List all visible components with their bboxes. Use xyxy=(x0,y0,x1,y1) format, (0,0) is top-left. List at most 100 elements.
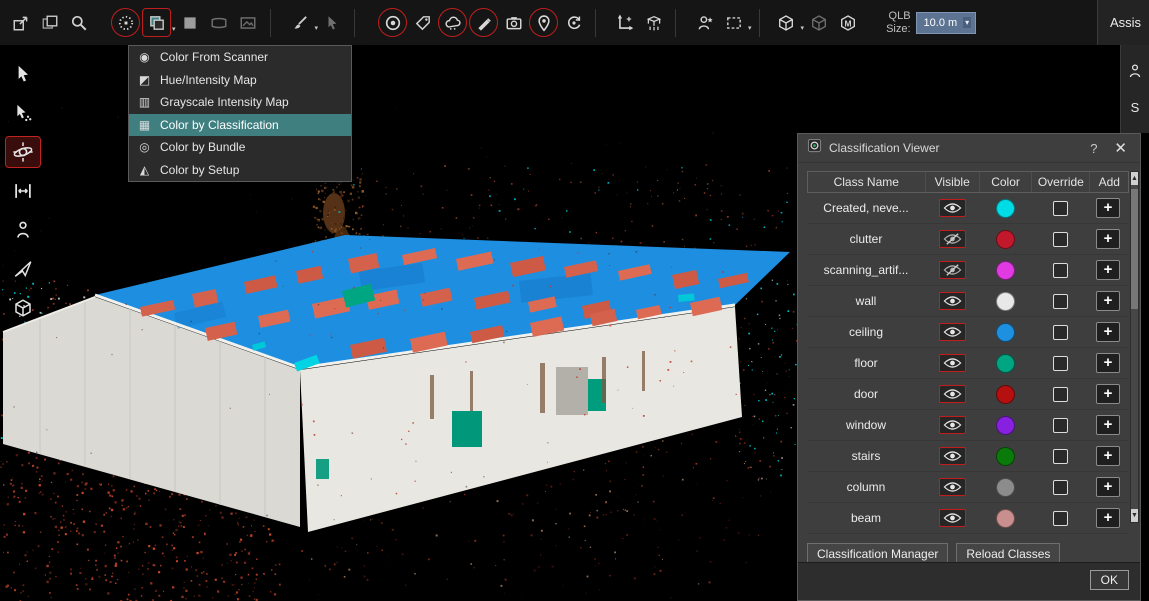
select-points-button[interactable] xyxy=(5,97,41,129)
pano-map-button[interactable] xyxy=(206,9,233,36)
location-pin-button[interactable] xyxy=(529,8,558,37)
close-icon[interactable]: ✕ xyxy=(1110,139,1131,157)
qlb-size-select[interactable]: 10.0 m▾ xyxy=(916,12,977,34)
user-annotation-button[interactable] xyxy=(691,9,718,36)
visible-eye-icon[interactable] xyxy=(939,292,966,310)
ok-button[interactable]: OK xyxy=(1090,570,1129,590)
class-color-swatch[interactable] xyxy=(996,478,1015,497)
add-to-class-button[interactable]: + xyxy=(1096,446,1120,466)
override-checkbox[interactable] xyxy=(1053,418,1068,433)
selection-box-button[interactable] xyxy=(720,9,747,36)
top-toolbar: ▾ ▾ xyxy=(0,0,1149,45)
visible-eye-icon[interactable] xyxy=(939,354,966,372)
wire-cube-button[interactable] xyxy=(805,9,832,36)
grayscale-intensity-button[interactable] xyxy=(177,9,204,36)
assistant-user-icon[interactable] xyxy=(1127,63,1143,84)
class-color-swatch[interactable] xyxy=(996,199,1015,218)
help-button[interactable]: ? xyxy=(1084,141,1103,156)
override-checkbox[interactable] xyxy=(1053,480,1068,495)
class-color-swatch[interactable] xyxy=(996,261,1015,280)
add-to-class-button[interactable]: + xyxy=(1096,384,1120,404)
duplicate-view-button[interactable] xyxy=(36,9,63,36)
axis-placement-button[interactable] xyxy=(611,9,638,36)
marker-pen-button[interactable] xyxy=(469,8,498,37)
menu-item-label: Grayscale Intensity Map xyxy=(160,95,289,109)
add-to-class-button[interactable]: + xyxy=(1096,353,1120,373)
class-color-swatch[interactable] xyxy=(996,230,1015,249)
orbit-view-button[interactable] xyxy=(5,136,41,168)
visible-eye-icon[interactable] xyxy=(939,478,966,496)
visible-eye-icon[interactable] xyxy=(939,199,966,217)
color-mode-dropdown-button[interactable] xyxy=(142,8,171,37)
override-checkbox[interactable] xyxy=(1053,294,1068,309)
visible-eye-icon[interactable] xyxy=(939,416,966,434)
class-color-swatch[interactable] xyxy=(996,447,1015,466)
class-color-swatch[interactable] xyxy=(996,385,1015,404)
menu-item-color-from-scanner[interactable]: ◉Color From Scanner xyxy=(129,46,351,69)
open-project-button[interactable] xyxy=(7,9,34,36)
box-transform-button[interactable] xyxy=(640,9,667,36)
pan-constrained-button[interactable] xyxy=(5,175,41,207)
override-checkbox[interactable] xyxy=(1053,263,1068,278)
scroll-down-button[interactable]: ▼ xyxy=(1131,509,1138,522)
assistant-panel-title[interactable]: Assis xyxy=(1097,0,1149,45)
strip-s-label[interactable]: S xyxy=(1131,100,1140,115)
override-checkbox[interactable] xyxy=(1053,325,1068,340)
view-cube-button[interactable] xyxy=(773,9,800,36)
scan-point-button[interactable] xyxy=(378,8,407,37)
menu-item-grayscale-intensity-map[interactable]: ▥Grayscale Intensity Map xyxy=(129,91,351,114)
add-to-class-button[interactable]: + xyxy=(1096,198,1120,218)
add-to-class-button[interactable]: + xyxy=(1096,415,1120,435)
class-row: scanning_artif...+ xyxy=(807,255,1129,286)
add-to-class-button[interactable]: + xyxy=(1096,508,1120,528)
image-overlay-button[interactable] xyxy=(235,9,262,36)
pick-point-button[interactable] xyxy=(319,9,346,36)
add-to-class-button[interactable]: + xyxy=(1096,477,1120,497)
add-to-class-button[interactable]: + xyxy=(1096,260,1120,280)
table-header: Class Name Visible Color Override Add xyxy=(807,171,1129,193)
class-color-swatch[interactable] xyxy=(996,509,1015,528)
class-color-swatch[interactable] xyxy=(996,292,1015,311)
class-color-swatch[interactable] xyxy=(996,323,1015,342)
override-checkbox[interactable] xyxy=(1053,201,1068,216)
hidden-eye-icon[interactable] xyxy=(939,261,966,279)
override-checkbox[interactable] xyxy=(1053,356,1068,371)
panel-title: Classification Viewer xyxy=(829,141,1077,155)
menu-item-color-by-classification[interactable]: ▦Color by Classification xyxy=(129,114,351,137)
menu-item-color-by-bundle[interactable]: ◎Color by Bundle xyxy=(129,136,351,159)
override-checkbox[interactable] xyxy=(1053,232,1068,247)
assistant-side-strip: S xyxy=(1120,45,1149,133)
add-to-class-button[interactable]: + xyxy=(1096,322,1120,342)
scroll-up-button[interactable]: ▲ xyxy=(1131,172,1138,185)
class-color-swatch[interactable] xyxy=(996,354,1015,373)
class-color-swatch[interactable] xyxy=(996,416,1015,435)
point-cloud-render xyxy=(0,45,797,601)
override-checkbox[interactable] xyxy=(1053,387,1068,402)
visible-eye-icon[interactable] xyxy=(939,447,966,465)
walkthrough-button[interactable] xyxy=(5,214,41,246)
scrollbar-track[interactable] xyxy=(1131,185,1138,509)
class-name: beam xyxy=(807,511,925,525)
override-checkbox[interactable] xyxy=(1053,449,1068,464)
point-cloud-button[interactable] xyxy=(438,8,467,37)
menu-item-color-by-setup[interactable]: ◭Color by Setup xyxy=(129,159,351,182)
snapshot-camera-button[interactable] xyxy=(500,9,527,36)
add-to-class-button[interactable]: + xyxy=(1096,291,1120,311)
zoom-button[interactable] xyxy=(65,9,92,36)
menu-item-hue-intensity-map[interactable]: ◩Hue/Intensity Map xyxy=(129,69,351,92)
add-to-class-button[interactable]: + xyxy=(1096,229,1120,249)
clipping-box-button[interactable] xyxy=(5,292,41,324)
select-cursor-button[interactable] xyxy=(5,58,41,90)
override-checkbox[interactable] xyxy=(1053,511,1068,526)
brush-tool-button[interactable] xyxy=(287,9,314,36)
tag-annotation-button[interactable] xyxy=(409,9,436,36)
scrollbar-thumb[interactable] xyxy=(1131,189,1138,309)
color-from-scanner-button[interactable] xyxy=(111,8,140,37)
visible-eye-icon[interactable] xyxy=(939,323,966,341)
hidden-eye-icon[interactable] xyxy=(939,230,966,248)
orbit-refresh-button[interactable] xyxy=(560,9,587,36)
cube-m-button[interactable]: M xyxy=(834,9,861,36)
visible-eye-icon[interactable] xyxy=(939,385,966,403)
fly-mode-button[interactable] xyxy=(5,253,41,285)
visible-eye-icon[interactable] xyxy=(939,509,966,527)
